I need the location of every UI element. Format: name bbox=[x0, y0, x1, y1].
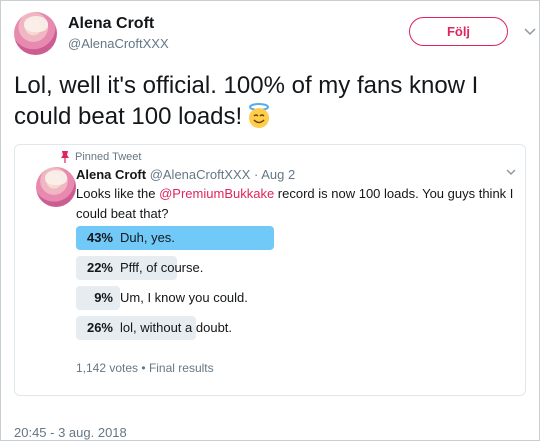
tweet-timestamp[interactable]: 20:45 - 3 aug. 2018 bbox=[14, 425, 127, 440]
mention-link[interactable]: @PremiumBukkake bbox=[159, 186, 274, 201]
vote-count: 1,142 votes bbox=[76, 361, 139, 375]
quoted-author-handle[interactable]: @AlenaCroftXXX bbox=[150, 167, 251, 182]
poll-percent: 9% bbox=[94, 290, 113, 305]
smiling-face-with-halo-icon bbox=[249, 103, 270, 128]
poll-label: Um, I know you could. bbox=[120, 290, 248, 305]
author-name[interactable]: Alena Croft bbox=[68, 15, 154, 33]
poll-label: Pfff, of course. bbox=[120, 260, 204, 275]
poll-percent: 22% bbox=[86, 260, 113, 275]
quoted-text-before: Looks like the bbox=[76, 186, 160, 201]
pin-icon bbox=[61, 151, 69, 163]
poll-label: lol, without a doubt. bbox=[120, 320, 233, 335]
footer-dot: • bbox=[141, 361, 146, 375]
poll-percent: 26% bbox=[86, 320, 113, 335]
tweet-card: Alena Croft @AlenaCroftXXX Följ Lol, wel… bbox=[0, 0, 540, 441]
quoted-header: Alena Croft @AlenaCroftXXX · Aug 2 bbox=[76, 167, 295, 182]
follow-button[interactable]: Följ bbox=[409, 17, 508, 46]
poll-percent: 43% bbox=[86, 230, 113, 245]
dot-separator: · bbox=[253, 167, 259, 182]
quoted-date[interactable]: Aug 2 bbox=[261, 167, 295, 182]
poll-label: Duh, yes. bbox=[120, 230, 175, 245]
quoted-author-name[interactable]: Alena Croft bbox=[76, 167, 146, 182]
poll-choice: 43% Duh, yes. bbox=[76, 226, 274, 250]
quoted-tweet[interactable]: Pinned Tweet Alena Croft @AlenaCroftXXX … bbox=[14, 144, 526, 396]
poll-footer: 1,142 votes • Final results bbox=[76, 361, 214, 375]
poll-choice: 9% Um, I know you could. bbox=[76, 286, 274, 310]
poll-choice: 22% Pfff, of course. bbox=[76, 256, 274, 280]
author-handle[interactable]: @AlenaCroftXXX bbox=[68, 36, 169, 51]
quoted-text: Looks like the @PremiumBukkake record is… bbox=[76, 184, 516, 224]
tweet-text: Lol, well it's official. 100% of my fans… bbox=[14, 70, 529, 132]
poll: 43% Duh, yes. 22% Pfff, of course. 9% Um… bbox=[76, 226, 274, 346]
poll-status: Final results bbox=[148, 361, 214, 375]
chevron-down-icon[interactable] bbox=[524, 28, 536, 36]
author-avatar[interactable] bbox=[14, 12, 57, 55]
pinned-row: Pinned Tweet bbox=[61, 151, 142, 163]
poll-choice: 26% lol, without a doubt. bbox=[76, 316, 274, 340]
pinned-label: Pinned Tweet bbox=[75, 151, 142, 163]
quoted-avatar[interactable] bbox=[36, 167, 76, 207]
chevron-down-icon[interactable] bbox=[506, 169, 516, 176]
